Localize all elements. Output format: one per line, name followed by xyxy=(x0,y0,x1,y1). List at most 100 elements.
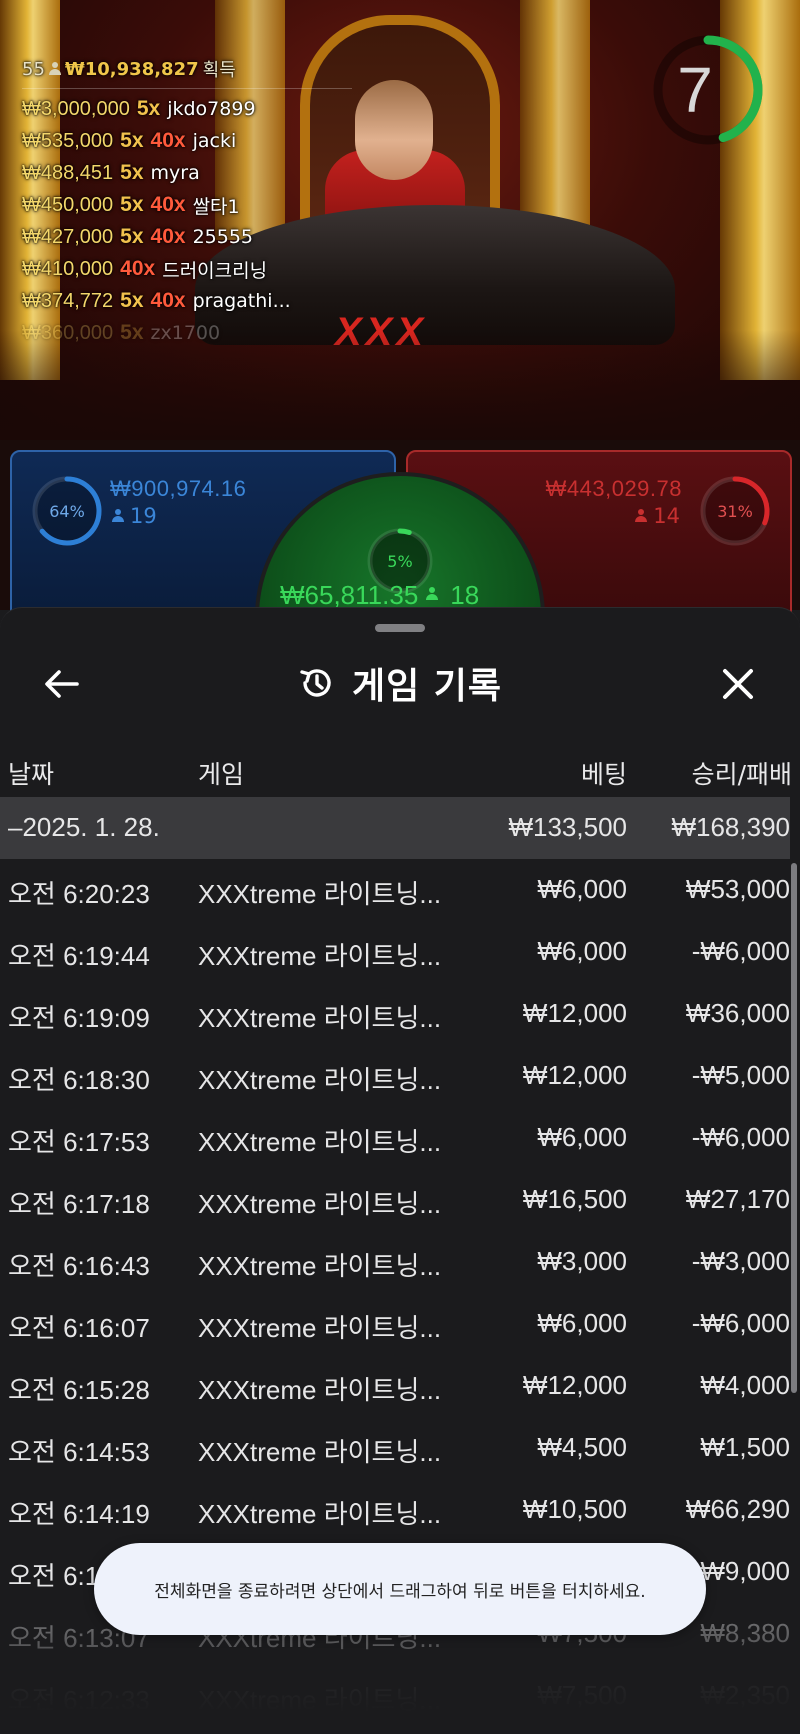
multiplier-5x: 5x xyxy=(136,97,161,120)
win-loss-amount: -₩6,000 xyxy=(691,1122,790,1152)
player-percent-ring: 64% xyxy=(30,474,104,548)
history-row[interactable]: 오전 6:16:07 XXXtreme 라이트닝... ₩6,000 -₩6,000 xyxy=(0,1293,790,1355)
column-date: 날짜 xyxy=(8,760,55,789)
multiplier-5x: 5x xyxy=(120,161,144,184)
leaderboard-row: ₩535,000 5x 40x jacki xyxy=(22,125,352,157)
winner-name: 25555 xyxy=(192,226,254,248)
sheet-drag-handle[interactable] xyxy=(375,624,425,632)
winner-amount: ₩3,000,000 xyxy=(22,97,130,120)
multiplier-5x: 5x xyxy=(120,289,144,312)
history-row[interactable]: 오전 6:15:28 XXXtreme 라이트닝... ₩12,000 ₩4,000 xyxy=(0,1355,790,1417)
person-icon xyxy=(635,509,648,523)
bet-amount: ₩10,500 xyxy=(522,1494,627,1524)
sheet-header: 게임 기록 xyxy=(0,638,800,728)
winner-amount: ₩535,000 xyxy=(22,129,114,152)
bet-amount: ₩12,000 xyxy=(522,1370,627,1400)
winner-name: 쌀타1 xyxy=(192,195,240,218)
round-time: 오전 6:12:33 xyxy=(8,1685,150,1715)
round-time: 오전 6:17:53 xyxy=(8,1127,150,1157)
history-row[interactable]: 오전 6:19:44 XXXtreme 라이트닝... ₩6,000 -₩6,000 xyxy=(0,921,790,983)
close-icon xyxy=(723,669,753,699)
sheet-title: 게임 기록 xyxy=(351,666,502,707)
bet-amount: ₩6,000 xyxy=(537,874,627,904)
winner-name: pragathi... xyxy=(192,290,291,312)
win-loss-amount: -₩5,000 xyxy=(691,1060,790,1090)
leaderboard-row: ₩427,000 5x 40x 25555 xyxy=(22,221,352,253)
column-game: 게임 xyxy=(198,760,245,789)
round-time: 오전 6:17:18 xyxy=(8,1189,150,1219)
round-time: 오전 6:14:53 xyxy=(8,1437,150,1467)
leaderboard-row: ₩410,000 40x 드러이크리닝 xyxy=(22,253,352,285)
win-loss-amount: ₩1,500 xyxy=(700,1432,790,1462)
winner-amount: ₩427,000 xyxy=(22,225,114,248)
scrollbar[interactable] xyxy=(791,863,797,1393)
history-row[interactable]: 오전 6:12:33 XXXtreme 라이트닝... ₩7,500 ₩2,350 xyxy=(0,1665,790,1727)
banker-bettor-count: 14 xyxy=(635,504,680,528)
win-loss-amount: -₩3,000 xyxy=(691,1246,790,1276)
multiplier-40x: 40x xyxy=(150,289,186,312)
win-loss-amount: ₩27,170 xyxy=(685,1184,790,1214)
bet-amount: ₩4,500 xyxy=(537,1432,627,1462)
game-name: XXXtreme 라이트닝... xyxy=(198,1065,442,1095)
date-group-label: –2025. 1. 28. xyxy=(8,812,160,842)
game-name: XXXtreme 라이트닝... xyxy=(198,941,442,971)
bet-amount: ₩3,000 xyxy=(537,1246,627,1276)
date-group-row[interactable]: –2025. 1. 28. ₩133,500 ₩168,390 xyxy=(0,797,790,859)
win-loss-amount: ₩8,380 xyxy=(700,1618,790,1648)
history-row[interactable]: 오전 6:17:18 XXXtreme 라이트닝... ₩16,500 ₩27,170 xyxy=(0,1169,790,1231)
person-icon xyxy=(48,62,61,76)
timer-value: 7 xyxy=(677,54,713,126)
game-name: XXXtreme 라이트닝... xyxy=(198,1437,442,1467)
game-name: XXXtreme 라이트닝... xyxy=(198,1251,442,1281)
history-row[interactable]: 오전 6:19:09 XXXtreme 라이트닝... ₩12,000 ₩36,000 xyxy=(0,983,790,1045)
history-row[interactable]: 오전 6:14:19 XXXtreme 라이트닝... ₩10,500 ₩66,290 xyxy=(0,1479,790,1541)
game-name: XXXtreme 라이트닝... xyxy=(198,1189,442,1219)
winner-amount: ₩410,000 xyxy=(22,257,114,280)
game-name: XXXtreme 라이트닝... xyxy=(198,1003,442,1033)
leaderboard-row: ₩374,772 5x 40x pragathi... xyxy=(22,285,352,317)
bet-amount: ₩7,500 xyxy=(537,1680,627,1710)
game-name: XXXtreme 라이트닝... xyxy=(198,879,442,909)
banker-bet-amount: ₩443,029.78 xyxy=(545,476,682,501)
player-percent: 64% xyxy=(49,501,85,521)
date-group-result-total: ₩168,390 xyxy=(671,812,790,842)
history-row[interactable]: 오전 6:18:30 XXXtreme 라이트닝... ₩12,000 -₩5,000 xyxy=(0,1045,790,1107)
multiplier-40x: 40x xyxy=(150,193,186,216)
close-button[interactable] xyxy=(714,660,762,708)
bet-amount: ₩6,000 xyxy=(537,936,627,966)
history-icon xyxy=(300,669,331,697)
column-result: 승리/패배 xyxy=(691,760,792,789)
leaderboard-header: 55 ₩10,938,827 획득 xyxy=(22,56,352,89)
leaderboard-row: ₩488,451 5x myra xyxy=(22,157,352,189)
bet-amount: ₩12,000 xyxy=(522,998,627,1028)
win-loss-amount: -₩6,000 xyxy=(691,936,790,966)
history-row[interactable]: 오전 6:17:53 XXXtreme 라이트닝... ₩6,000 -₩6,000 xyxy=(0,1107,790,1169)
win-loss-amount: ₩4,000 xyxy=(700,1370,790,1400)
history-row[interactable]: 오전 6:16:43 XXXtreme 라이트닝... ₩3,000 -₩3,000 xyxy=(0,1231,790,1293)
player-count-value: 19 xyxy=(130,504,157,528)
leaderboard-row: ₩3,000,000 5x jkdo7899 xyxy=(22,93,352,125)
history-row[interactable]: 오전 6:14:53 XXXtreme 라이트닝... ₩4,500 ₩1,500 xyxy=(0,1417,790,1479)
banker-percent: 31% xyxy=(717,501,753,521)
back-button[interactable] xyxy=(38,660,86,708)
countdown-timer: 7 xyxy=(648,30,768,150)
multiplier-40x: 40x xyxy=(120,257,156,280)
game-name: XXXtreme 라이트닝... xyxy=(198,1127,442,1157)
win-loss-amount: ₩53,000 xyxy=(685,874,790,904)
win-loss-amount: ₩2,350 xyxy=(700,1680,790,1710)
win-loss-amount: ₩66,290 xyxy=(685,1494,790,1524)
game-name: XXXtreme 라이트닝... xyxy=(198,1313,442,1343)
bet-amount: ₩6,000 xyxy=(537,1122,627,1152)
game-name: XXXtreme 라이트닝... xyxy=(198,1499,442,1529)
multiplier-5x: 5x xyxy=(120,225,144,248)
fullscreen-exit-toast: 전체화면을 종료하려면 상단에서 드래그하여 뒤로 버튼을 터치하세요. xyxy=(94,1543,706,1635)
round-time: 오전 6:16:43 xyxy=(8,1251,150,1281)
win-loss-amount: ₩36,000 xyxy=(685,998,790,1028)
multiplier-40x: 40x xyxy=(150,129,186,152)
winner-amount: ₩374,772 xyxy=(22,289,114,312)
winners-leaderboard: 55 ₩10,938,827 획득 ₩3,000,000 5x jkdo7899 ₩5… xyxy=(22,56,352,349)
bet-amount: ₩6,000 xyxy=(537,1308,627,1338)
player-bettor-count: 19 xyxy=(112,504,157,528)
history-row[interactable]: 오전 6:20:23 XXXtreme 라이트닝... ₩6,000 ₩53,000 xyxy=(0,859,790,921)
back-arrow-icon xyxy=(45,670,79,698)
